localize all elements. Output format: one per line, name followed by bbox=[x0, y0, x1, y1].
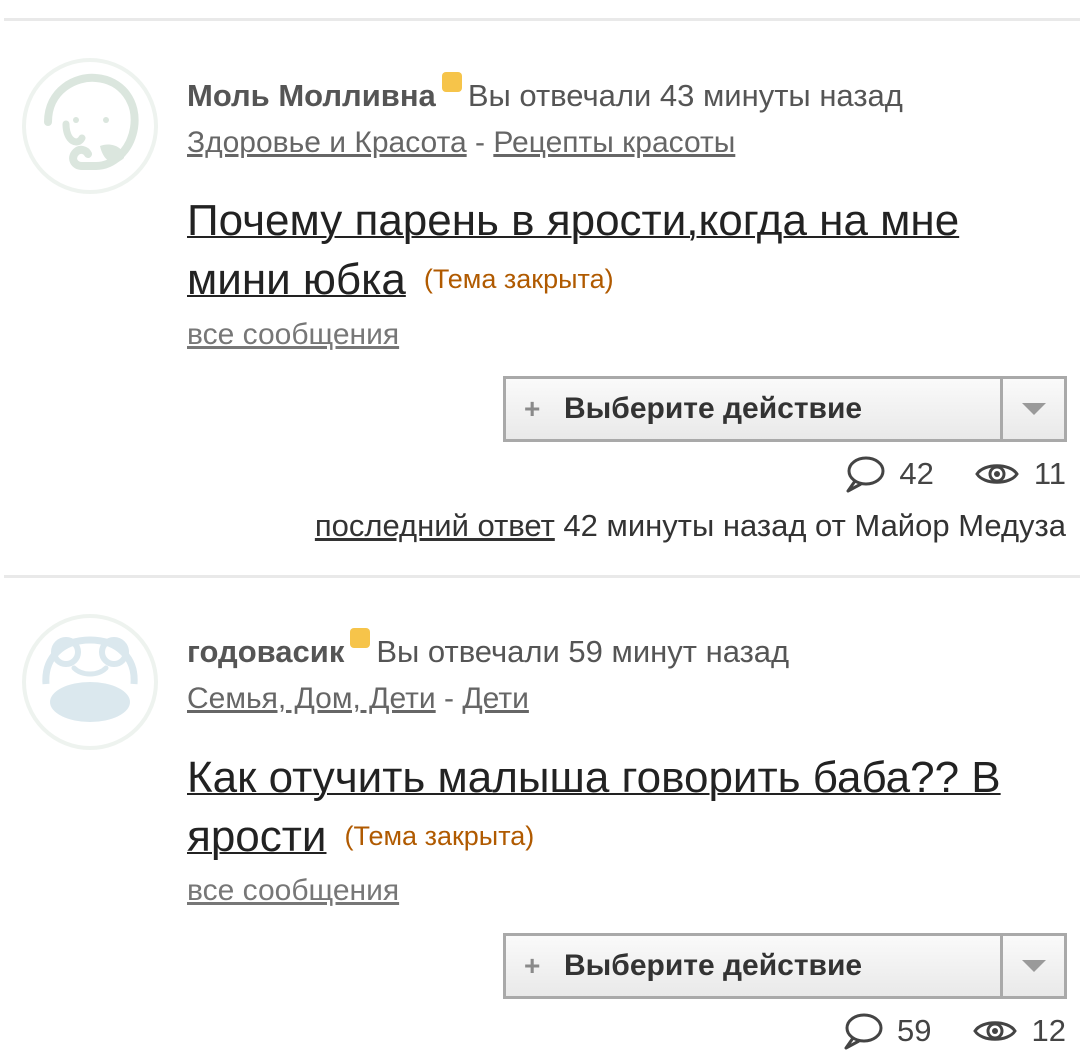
breadcrumb-separator: - bbox=[444, 682, 455, 715]
post-title: Почему парень в ярости,когда на мне мини… bbox=[187, 192, 1067, 309]
top-divider bbox=[4, 18, 1080, 21]
author-name[interactable]: Моль Молливна bbox=[187, 78, 436, 113]
avatar[interactable] bbox=[22, 614, 158, 750]
closed-label: (Тема закрыта) bbox=[344, 821, 535, 851]
action-dropdown[interactable]: + Выберите действие bbox=[503, 933, 1067, 999]
category-link[interactable]: Семья, Дом, Дети bbox=[187, 682, 436, 715]
category-link[interactable]: Здоровье и Красота bbox=[187, 126, 467, 159]
action-label: Выберите действие bbox=[564, 392, 863, 425]
breadcrumb-separator: - bbox=[475, 126, 485, 159]
last-reply: последний ответ 42 минуты назад от Майор… bbox=[315, 508, 1066, 544]
view-count: 12 bbox=[1031, 1013, 1066, 1048]
chevron-down-icon bbox=[1021, 403, 1046, 415]
breadcrumb: Семья, Дом, Дети - Дети bbox=[187, 682, 529, 716]
all-messages-link[interactable]: все сообщения bbox=[187, 874, 399, 908]
subcategory-link[interactable]: Дети bbox=[462, 682, 529, 715]
comment-icon bbox=[846, 456, 885, 493]
frog-avatar-icon bbox=[30, 622, 150, 742]
subcategory-link[interactable]: Рецепты красоты bbox=[493, 126, 735, 159]
post-stats: 59 12 bbox=[841, 1011, 1066, 1051]
eye-icon bbox=[975, 464, 1019, 484]
online-status-icon bbox=[350, 628, 371, 648]
last-reply-link[interactable]: последний ответ bbox=[315, 508, 555, 543]
replied-time: Вы отвечали 43 минуты назад bbox=[467, 78, 903, 113]
chevron-down-icon bbox=[1021, 960, 1046, 972]
last-reply-info: 42 минуты назад от Майор Медуза bbox=[563, 508, 1066, 543]
closed-label: (Тема закрыта) bbox=[423, 264, 614, 294]
post-title: Как отучить малыша говорить баба?? В яро… bbox=[187, 749, 1067, 866]
online-status-icon bbox=[441, 72, 462, 92]
post-stats: 42 11 bbox=[843, 454, 1066, 494]
post-title-link[interactable]: Как отучить малыша говорить баба?? В яро… bbox=[187, 753, 1001, 861]
dropdown-arrow-button[interactable] bbox=[1000, 936, 1064, 996]
dropdown-arrow-button[interactable] bbox=[1000, 379, 1064, 439]
comment-count: 42 bbox=[899, 456, 934, 491]
avatar[interactable] bbox=[22, 58, 158, 194]
plus-icon: + bbox=[524, 950, 541, 981]
comment-count: 59 bbox=[897, 1013, 932, 1048]
post-meta: Моль Молливна Вы отвечали 43 минуты назад bbox=[187, 72, 903, 114]
post-divider bbox=[4, 575, 1080, 578]
action-dropdown[interactable]: + Выберите действие bbox=[503, 376, 1067, 442]
breadcrumb: Здоровье и Красота - Рецепты красоты bbox=[187, 126, 735, 160]
view-count: 11 bbox=[1033, 456, 1066, 491]
action-label: Выберите действие bbox=[564, 949, 863, 982]
plus-icon: + bbox=[524, 393, 541, 424]
eye-icon bbox=[972, 1021, 1017, 1041]
replied-time: Вы отвечали 59 минут назад bbox=[376, 634, 790, 669]
comment-icon bbox=[844, 1013, 883, 1050]
elephant-avatar-icon bbox=[30, 66, 150, 186]
all-messages-link[interactable]: все сообщения bbox=[187, 318, 399, 352]
post-meta: годовасик Вы отвечали 59 минут назад bbox=[187, 628, 789, 670]
author-name[interactable]: годовасик bbox=[187, 634, 344, 669]
